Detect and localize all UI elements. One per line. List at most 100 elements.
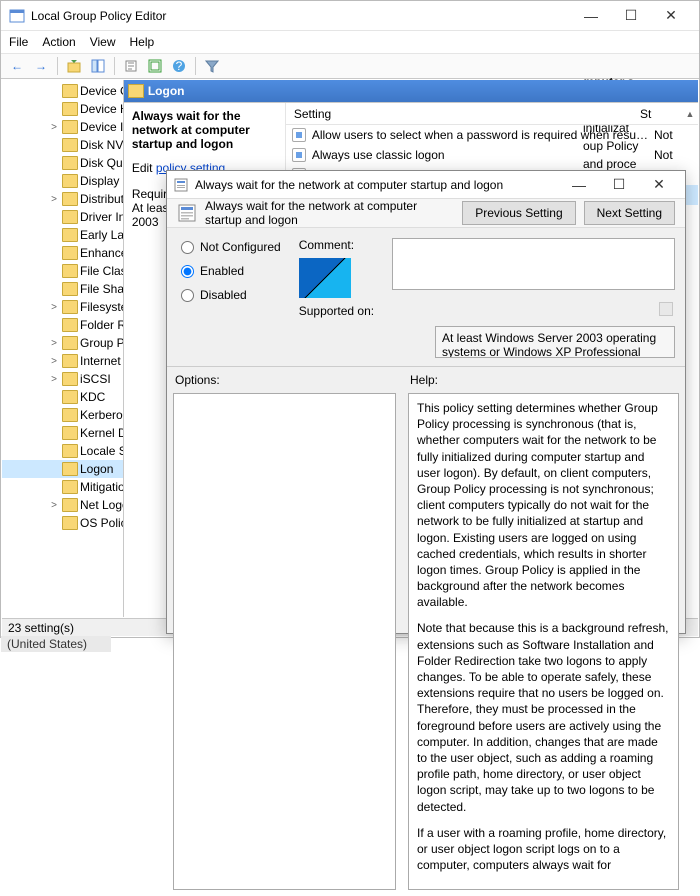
col-state[interactable]: St <box>632 107 682 121</box>
expand-icon[interactable]: > <box>48 122 60 133</box>
tree-item[interactable]: >Net Logon <box>2 496 123 514</box>
tree-item[interactable]: Enhanced Storage A <box>2 244 123 262</box>
dlg-minimize-button[interactable]: — <box>559 171 599 199</box>
tree-item-label: Kernel DMA Protec <box>80 426 123 440</box>
tree-item[interactable]: >Distributed COM <box>2 190 123 208</box>
expand-icon[interactable]: > <box>48 302 60 313</box>
dlg-close-button[interactable]: ✕ <box>639 171 679 199</box>
menu-view[interactable]: View <box>90 35 116 49</box>
dlg-meta: Comment: Supported on: <box>299 238 374 318</box>
tree-pane[interactable]: Device Guard Device Health Attes>Device … <box>2 80 124 617</box>
folder-icon <box>62 336 78 350</box>
expand-icon[interactable]: > <box>48 338 60 349</box>
tree-item[interactable]: KDC <box>2 388 123 406</box>
toolbar-back-icon[interactable]: ← <box>7 56 27 76</box>
content-header: Logon <box>124 80 698 102</box>
list-row[interactable]: Always use classic logonNot <box>286 145 698 165</box>
toolbar-filter-icon[interactable] <box>202 56 222 76</box>
tree-item-label: Internet Communica <box>80 354 123 368</box>
row-state: Not <box>654 148 692 162</box>
options-pane: Options: <box>167 367 402 896</box>
tree-item-label: Disk NV Cache <box>80 138 123 152</box>
tree-item[interactable]: Disk Quotas <box>2 154 123 172</box>
tree-item[interactable]: Folder Redirection <box>2 316 123 334</box>
tree-item[interactable]: Device Health Attes <box>2 100 123 118</box>
tree-item[interactable]: Mitigation Options <box>2 478 123 496</box>
col-setting[interactable]: Setting <box>286 107 632 121</box>
tree-item[interactable]: Kernel DMA Protec <box>2 424 123 442</box>
tree-item[interactable]: >Device Installation <box>2 118 123 136</box>
options-box[interactable] <box>173 393 396 890</box>
expand-icon[interactable]: > <box>48 374 60 385</box>
radio-enabled[interactable]: Enabled <box>181 264 281 278</box>
tree-item[interactable]: Device Guard <box>2 82 123 100</box>
expand-icon[interactable]: > <box>48 500 60 511</box>
tree-item-label: Locale Services <box>80 444 123 458</box>
tree-item[interactable]: Locale Services <box>2 442 123 460</box>
close-button[interactable]: ✕ <box>651 2 691 30</box>
maximize-button[interactable]: ☐ <box>611 2 651 30</box>
menu-help[interactable]: Help <box>130 35 155 49</box>
gp-window-title: Local Group Policy Editor <box>31 9 571 23</box>
minimize-button[interactable]: — <box>571 2 611 30</box>
tree-item[interactable]: > Internet Communica <box>2 352 123 370</box>
supported-on-label: Supported on: <box>299 304 374 318</box>
tree-item[interactable]: Logon <box>2 460 123 478</box>
dlg-maximize-button[interactable]: ☐ <box>599 171 639 199</box>
radio-not-configured[interactable]: Not Configured <box>181 240 281 254</box>
tree-item[interactable]: Display <box>2 172 123 190</box>
folder-icon <box>62 228 78 242</box>
tree-item[interactable]: File Share Shadow C <box>2 280 123 298</box>
tree-item[interactable]: OS Policies <box>2 514 123 532</box>
tree-item[interactable]: >Filesystem <box>2 298 123 316</box>
tree-item[interactable]: Kerberos <box>2 406 123 424</box>
menu-action[interactable]: Action <box>42 35 75 49</box>
folder-icon <box>62 354 78 368</box>
help-paragraph: This policy setting determines whether G… <box>417 400 670 610</box>
help-box[interactable]: This policy setting determines whether G… <box>408 393 679 890</box>
folder-icon <box>62 318 78 332</box>
tree-item[interactable]: Early Launch Antim <box>2 226 123 244</box>
folder-icon <box>62 372 78 386</box>
tree-item[interactable]: >Group Policy <box>2 334 123 352</box>
options-label: Options: <box>167 367 402 391</box>
tree-item[interactable]: Disk NV Cache <box>2 136 123 154</box>
comment-label: Comment: <box>299 238 354 252</box>
tree-item-label: Mitigation Options <box>80 480 123 494</box>
toolbar-export-icon[interactable] <box>121 56 141 76</box>
tree-item-label: Disk Quotas <box>80 156 123 170</box>
radio-disabled[interactable]: Disabled <box>181 288 281 302</box>
tree-item[interactable]: File Classification In <box>2 262 123 280</box>
next-setting-button[interactable]: Next Setting <box>584 201 675 225</box>
previous-setting-button[interactable]: Previous Setting <box>462 201 575 225</box>
list-row[interactable]: Allow users to select when a password is… <box>286 125 698 145</box>
toolbar-up-icon[interactable] <box>64 56 84 76</box>
toolbar-forward-icon[interactable]: → <box>31 56 51 76</box>
scroll-up-icon[interactable]: ▲ <box>682 109 698 119</box>
tree-item-label: KDC <box>80 390 105 404</box>
selected-policy-name: Always wait for the network at computer … <box>132 109 277 151</box>
scroll-nub-icon <box>659 302 673 316</box>
folder-icon <box>62 210 78 224</box>
help-paragraph: If a user with a roaming profile, home d… <box>417 825 670 874</box>
toolbar-refresh-icon[interactable] <box>145 56 165 76</box>
comment-textarea[interactable] <box>392 238 675 290</box>
dlg-titlebar: Always wait for the network at computer … <box>167 171 685 199</box>
folder-icon <box>62 408 78 422</box>
gp-menubar: File Action View Help <box>1 31 699 53</box>
policy-dialog: Always wait for the network at computer … <box>166 170 686 634</box>
tree-item-label: Kerberos <box>80 408 123 422</box>
tree-item-label: File Share Shadow C <box>80 282 123 296</box>
menu-file[interactable]: File <box>9 35 28 49</box>
toolbar-show-hide-icon[interactable] <box>88 56 108 76</box>
folder-icon <box>62 138 78 152</box>
tree-item[interactable]: Driver Installation <box>2 208 123 226</box>
folder-icon <box>62 516 78 530</box>
expand-icon[interactable]: > <box>48 356 60 367</box>
expand-icon[interactable]: > <box>48 194 60 205</box>
tree-item-label: Enhanced Storage A <box>80 246 123 260</box>
tree-item[interactable]: >iSCSI <box>2 370 123 388</box>
toolbar-separator <box>114 57 115 75</box>
svg-text:?: ? <box>176 59 183 73</box>
toolbar-help-icon[interactable]: ? <box>169 56 189 76</box>
